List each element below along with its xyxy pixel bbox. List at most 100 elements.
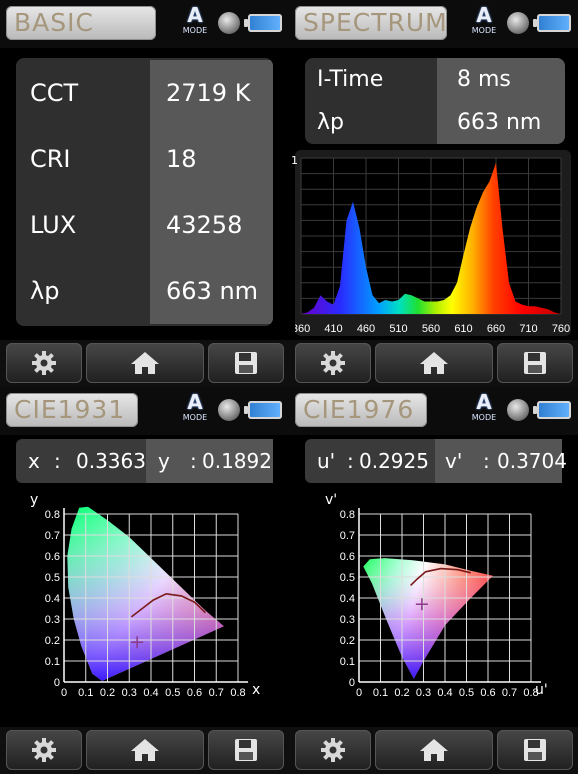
cie-y-tick: 0 <box>54 677 60 689</box>
spectrum-x-tick: 660 <box>487 323 505 335</box>
tab-cie1976[interactable]: CIE1976 <box>295 393 427 427</box>
cie1976-panel: CIE1976 A MODE u' : 0.2925 v' : 0.3704 0… <box>289 387 578 774</box>
save-button[interactable] <box>497 730 573 770</box>
home-icon <box>420 739 448 761</box>
y-key: y <box>158 449 170 473</box>
battery-icon <box>533 401 571 419</box>
cie-y-tick: 0.1 <box>340 656 355 668</box>
spectrum-x-tick: 460 <box>357 323 375 335</box>
mode-text: MODE <box>182 26 208 35</box>
home-icon <box>420 352 448 374</box>
cie-y-tick: 0.7 <box>340 530 355 542</box>
cie-x-tick: 0.5 <box>459 687 474 699</box>
spectrum-x-tick: 360 <box>295 323 310 335</box>
cie-x-tick: 0.1 <box>373 687 388 699</box>
cie-y-tick: 0.6 <box>340 551 355 563</box>
cie-y-tick: 0.2 <box>340 635 355 647</box>
settings-button[interactable] <box>6 730 82 770</box>
v-key: v' <box>445 449 463 473</box>
mode-letter: A <box>187 3 203 27</box>
settings-button[interactable] <box>295 730 371 770</box>
cie1931-svg: 0 0.1 0.2 0.3 0.4 0.5 0.6 0.7 0.8 0 0.1 0.2 0.3 0.4 0.… <box>45 506 248 699</box>
cie-x-tick: 0 <box>356 687 362 699</box>
reading-row-lux: LUX 43258 <box>16 192 273 258</box>
cie-x-tick: 0.3 <box>416 687 431 699</box>
gamut-region-shade <box>67 506 224 681</box>
basic-toolbar <box>0 340 289 387</box>
home-button[interactable] <box>86 343 204 383</box>
peak-label: λp <box>30 277 60 305</box>
auto-mode-icon[interactable]: A MODE <box>469 4 499 42</box>
cie1931-toolbar <box>0 727 289 774</box>
cie1931-chart: 0 0.1 0.2 0.3 0.4 0.5 0.6 0.7 0.8 0 0.1 0.2 0.3 0.4 0.… <box>0 492 289 722</box>
shutter-icon[interactable] <box>218 399 240 421</box>
cie1976-x-axis-label: u' <box>535 682 548 698</box>
cie-y-tick: 0.8 <box>340 509 355 521</box>
cie1976-chart: 0 0.1 0.2 0.3 0.4 0.5 0.6 0.7 0.8 0 0.1 0.2 0.3 0.4 0.… <box>289 492 578 722</box>
cie-x-tick: 0.4 <box>143 687 158 699</box>
settings-button[interactable] <box>295 343 371 383</box>
u-value: 0.2925 <box>359 449 429 473</box>
spectrum-chart: 360 410 460 510 560 610 660 710 760 1 <box>291 150 571 336</box>
spectrum-header: SPECTRUM A MODE <box>289 0 578 48</box>
battery-icon <box>244 14 282 32</box>
cie1931-header: CIE1931 A MODE <box>0 387 289 435</box>
cie-x-tick: 0.2 <box>394 687 409 699</box>
cie-y-tick: 0.4 <box>340 593 355 605</box>
y-cell: y : 0.1892 <box>146 439 273 483</box>
cie-x-tick: 0.6 <box>187 687 202 699</box>
auto-mode-icon[interactable]: A MODE <box>180 4 210 42</box>
tab-spectrum[interactable]: SPECTRUM <box>295 6 447 40</box>
gear-icon <box>321 351 345 375</box>
home-button[interactable] <box>375 343 493 383</box>
mode-text: MODE <box>182 413 208 422</box>
spectrum-panel: SPECTRUM A MODE I-Time 8 ms λp 663 nm 60… <box>289 0 578 387</box>
cie-x-tick: 0.4 <box>437 687 452 699</box>
x-separator: : <box>54 449 61 473</box>
v-separator: : <box>483 449 490 473</box>
cie-y-tick: 0.5 <box>45 572 60 584</box>
u-key: u' <box>317 449 336 473</box>
save-button[interactable] <box>208 343 284 383</box>
spectrum-x-tick: 760 <box>552 323 570 335</box>
home-button[interactable] <box>86 730 204 770</box>
floppy-disk-icon <box>524 739 546 761</box>
home-icon <box>131 352 159 374</box>
home-button[interactable] <box>375 730 493 770</box>
peak-value: 663 nm <box>150 258 273 324</box>
cie-y-tick: 0.3 <box>340 614 355 626</box>
cie-x-tick: 0.6 <box>480 687 495 699</box>
save-button[interactable] <box>497 343 573 383</box>
cie-y-tick: 0.2 <box>45 635 60 647</box>
spectrum-x-tick: 410 <box>324 323 342 335</box>
shutter-icon[interactable] <box>507 12 529 34</box>
cie-y-tick: 0.5 <box>340 572 355 584</box>
x-value: 0.3363 <box>76 449 146 473</box>
shutter-icon[interactable] <box>218 12 240 34</box>
v-cell: v' : 0.3704 <box>435 439 567 483</box>
cie-x-tick: 0.7 <box>209 687 224 699</box>
auto-mode-icon[interactable]: A MODE <box>469 391 499 429</box>
gear-icon <box>32 351 56 375</box>
spectrum-x-tick: 610 <box>454 323 472 335</box>
cie-x-tick: 0.3 <box>122 687 137 699</box>
spectrum-readings: I-Time 8 ms λp 663 nm <box>305 58 565 144</box>
tab-basic[interactable]: BASIC <box>6 6 156 40</box>
auto-mode-icon[interactable]: A MODE <box>180 391 210 429</box>
save-button[interactable] <box>208 730 284 770</box>
spectrum-peak-row: λp 663 nm <box>305 101 565 144</box>
cie-y-tick: 0.3 <box>45 614 60 626</box>
cie-x-tick: 0.7 <box>502 687 517 699</box>
cie-x-tick: 0 <box>61 687 67 699</box>
gear-icon <box>32 738 56 762</box>
y-value: 0.1892 <box>202 449 272 473</box>
floppy-disk-icon <box>524 352 546 374</box>
cie-x-tick: 0.1 <box>78 687 93 699</box>
mode-text: MODE <box>471 413 497 422</box>
shutter-icon[interactable] <box>507 399 529 421</box>
settings-button[interactable] <box>6 343 82 383</box>
lux-label: LUX <box>30 211 77 239</box>
tab-cie1931[interactable]: CIE1931 <box>6 393 138 427</box>
cie-x-tick: 0.5 <box>165 687 180 699</box>
reading-row-cct: CCT 2719 K <box>16 60 273 126</box>
